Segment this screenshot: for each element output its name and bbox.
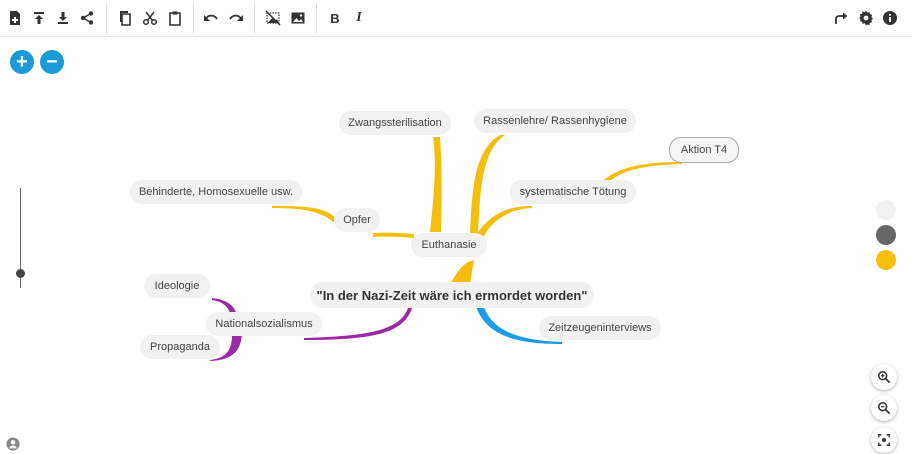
zoom-out-icon [877,401,891,415]
mindmap-connections [210,135,682,361]
node-behinderte[interactable]: Behinderte, Homosexuelle usw. [130,180,302,204]
zoom-in-magnifier-button[interactable] [871,364,897,390]
zoom-in-icon [877,370,891,384]
user-icon[interactable] [6,437,20,451]
node-aktion-t4[interactable]: Aktion T4 [669,137,739,163]
branch-opfer [373,232,414,238]
node-propaganda[interactable]: Propaganda [140,335,220,359]
node-root[interactable]: "In der Nazi-Zeit wäre ich ermordet word… [310,282,594,308]
node-ideologie[interactable]: Ideologie [144,274,210,298]
node-systematische-toetung[interactable]: systematische Tötung [510,180,636,204]
node-euthanasie[interactable]: Euthanasie [411,233,487,257]
zoom-out-magnifier-button[interactable] [871,395,897,421]
branch-root-euthanasie [450,260,474,284]
node-nationalsozialismus[interactable]: Nationalsozialismus [206,312,322,336]
branch-behinderte [272,206,338,222]
fit-to-screen-button[interactable] [871,427,897,453]
node-zeitzeugeninterviews[interactable]: Zeitzeugeninterviews [539,316,661,340]
node-rassenlehre[interactable]: Rassenlehre/ Rassenhygiene [474,109,636,133]
color-swatch-white[interactable] [876,200,896,220]
node-zwangssterilisation[interactable]: Zwangssterilisation [339,111,451,135]
branch-aktion-t4 [604,162,682,182]
branch-zwangssterilisation [430,137,442,232]
color-swatch-yellow[interactable] [876,250,896,270]
branch-rassenlehre [470,135,505,236]
branch-systematische [475,206,532,236]
color-swatch-gray[interactable] [876,225,896,245]
node-opfer[interactable]: Opfer [334,208,380,232]
center-focus-icon [878,434,890,446]
